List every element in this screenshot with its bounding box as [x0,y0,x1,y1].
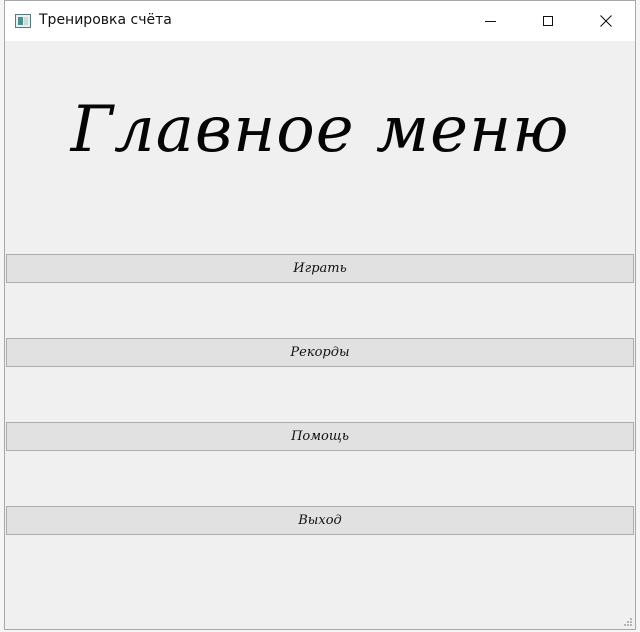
help-button[interactable]: Помощь [6,422,634,451]
title-bar[interactable]: Тренировка счёта [5,1,635,41]
close-button[interactable] [577,1,635,41]
maximize-button[interactable] [519,1,577,41]
minimize-button[interactable] [461,1,519,41]
main-menu-heading: Главное меню [70,93,570,167]
play-button[interactable]: Играть [6,254,634,283]
window-title: Тренировка счёта [39,12,172,28]
app-window: Тренировка счёта Главное меню Играть Рек… [4,0,636,630]
records-button[interactable]: Рекорды [6,338,634,367]
minimize-icon [484,20,496,22]
app-icon [15,14,31,28]
maximize-icon [543,16,553,26]
resize-grip-icon[interactable] [623,617,633,627]
close-icon [600,15,612,27]
exit-button[interactable]: Выход [6,506,634,535]
